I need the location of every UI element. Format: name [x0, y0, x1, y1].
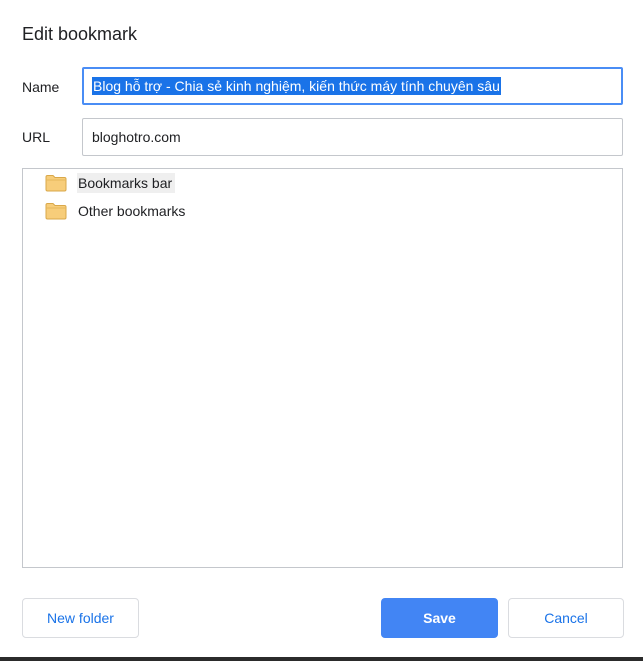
folder-icon [45, 175, 67, 192]
edit-bookmark-dialog: Edit bookmark Name Blog hỗ trợ - Chia sẻ… [0, 0, 643, 657]
cancel-button[interactable]: Cancel [508, 598, 624, 638]
name-label: Name [22, 79, 60, 95]
folder-tree[interactable]: Bookmarks bar Other bookmarks [22, 168, 623, 568]
folder-icon [45, 203, 67, 220]
tree-item-label: Other bookmarks [78, 203, 186, 219]
name-input[interactable]: Blog hỗ trợ - Chia sẻ kinh nghiệm, kiến … [82, 67, 623, 105]
new-folder-button[interactable]: New folder [22, 598, 139, 638]
save-button[interactable]: Save [381, 598, 498, 638]
url-input-value: bloghotro.com [92, 129, 181, 145]
tree-item-other-bookmarks[interactable]: Other bookmarks [45, 199, 188, 223]
tree-item-label: Bookmarks bar [77, 173, 176, 193]
url-input[interactable]: bloghotro.com [82, 118, 623, 156]
tree-item-bookmarks-bar[interactable]: Bookmarks bar [45, 171, 176, 195]
name-input-value: Blog hỗ trợ - Chia sẻ kinh nghiệm, kiến … [92, 77, 501, 95]
url-label: URL [22, 129, 51, 145]
dialog-title: Edit bookmark [22, 24, 138, 44]
